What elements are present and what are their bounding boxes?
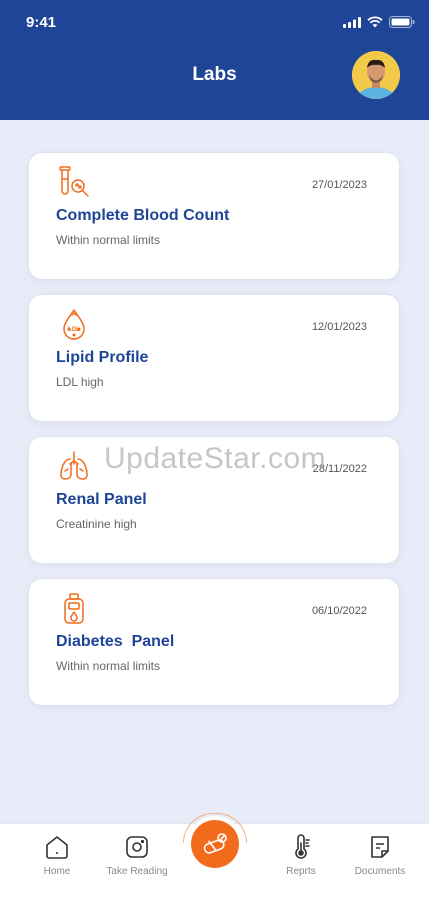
tab-home[interactable]: Home <box>17 834 97 877</box>
lab-title: Lipid Profile <box>56 349 149 366</box>
avatar[interactable] <box>352 51 400 99</box>
reading-icon <box>126 836 148 858</box>
pills-icon <box>203 833 227 854</box>
tab-home-label: Home <box>43 866 71 877</box>
test-tube-magnifier-icon <box>59 166 89 197</box>
tab-documents-label: Documents <box>354 866 406 877</box>
status-icons <box>343 16 415 28</box>
home-icon <box>46 836 68 859</box>
tab-reports-label: Reprts <box>286 866 316 877</box>
status-time: 9:41 <box>26 14 57 31</box>
lab-date: 28/11/2022 <box>312 463 367 475</box>
lab-date: 27/01/2023 <box>311 179 367 191</box>
glucose-meter-icon <box>64 593 84 624</box>
lab-result: Within normal limits <box>56 659 161 673</box>
wifi-icon <box>367 16 383 28</box>
lab-title: Complete Blood Count <box>56 207 230 224</box>
app-header: 9:41 Labs <box>0 0 429 120</box>
thermometer-icon <box>295 834 310 859</box>
lab-result: Within normal limits <box>56 233 161 247</box>
lab-result: LDL high <box>56 375 104 389</box>
medication-fab-button[interactable] <box>191 820 239 868</box>
lab-title: Diabetes Panel <box>56 633 175 650</box>
tab-take-reading[interactable]: Take Reading <box>97 834 177 877</box>
lab-card-lipid-profile[interactable]: LDL 12/01/2023 Lipid Profile LDL high <box>28 294 400 422</box>
ldl-blood-drop-icon: LDL <box>63 309 85 340</box>
lab-card-diabetes-panel[interactable]: 06/10/2022 Diabetes Panel Within normal … <box>28 578 400 706</box>
signal-icon <box>343 16 361 28</box>
battery-icon <box>389 16 415 28</box>
tab-reports[interactable]: Reprts <box>261 834 341 877</box>
lab-result: Creatinine high <box>56 517 137 531</box>
user-avatar-icon <box>352 51 400 99</box>
lab-date: 12/01/2023 <box>311 321 367 333</box>
lab-card-complete-blood-count[interactable]: 27/01/2023 Complete Blood Count Within n… <box>28 152 400 280</box>
lab-date: 06/10/2022 <box>311 605 367 617</box>
tab-take-reading-label: Take Reading <box>106 866 168 877</box>
document-icon <box>371 836 389 858</box>
lab-title: Renal Panel <box>56 491 147 508</box>
tab-documents[interactable]: Documents <box>340 834 420 877</box>
lab-card-renal-panel[interactable]: 28/11/2022 Renal Panel Creatinine high <box>28 436 400 564</box>
labs-list: 27/01/2023 Complete Blood Count Within n… <box>0 120 429 823</box>
lungs-icon <box>60 451 88 480</box>
